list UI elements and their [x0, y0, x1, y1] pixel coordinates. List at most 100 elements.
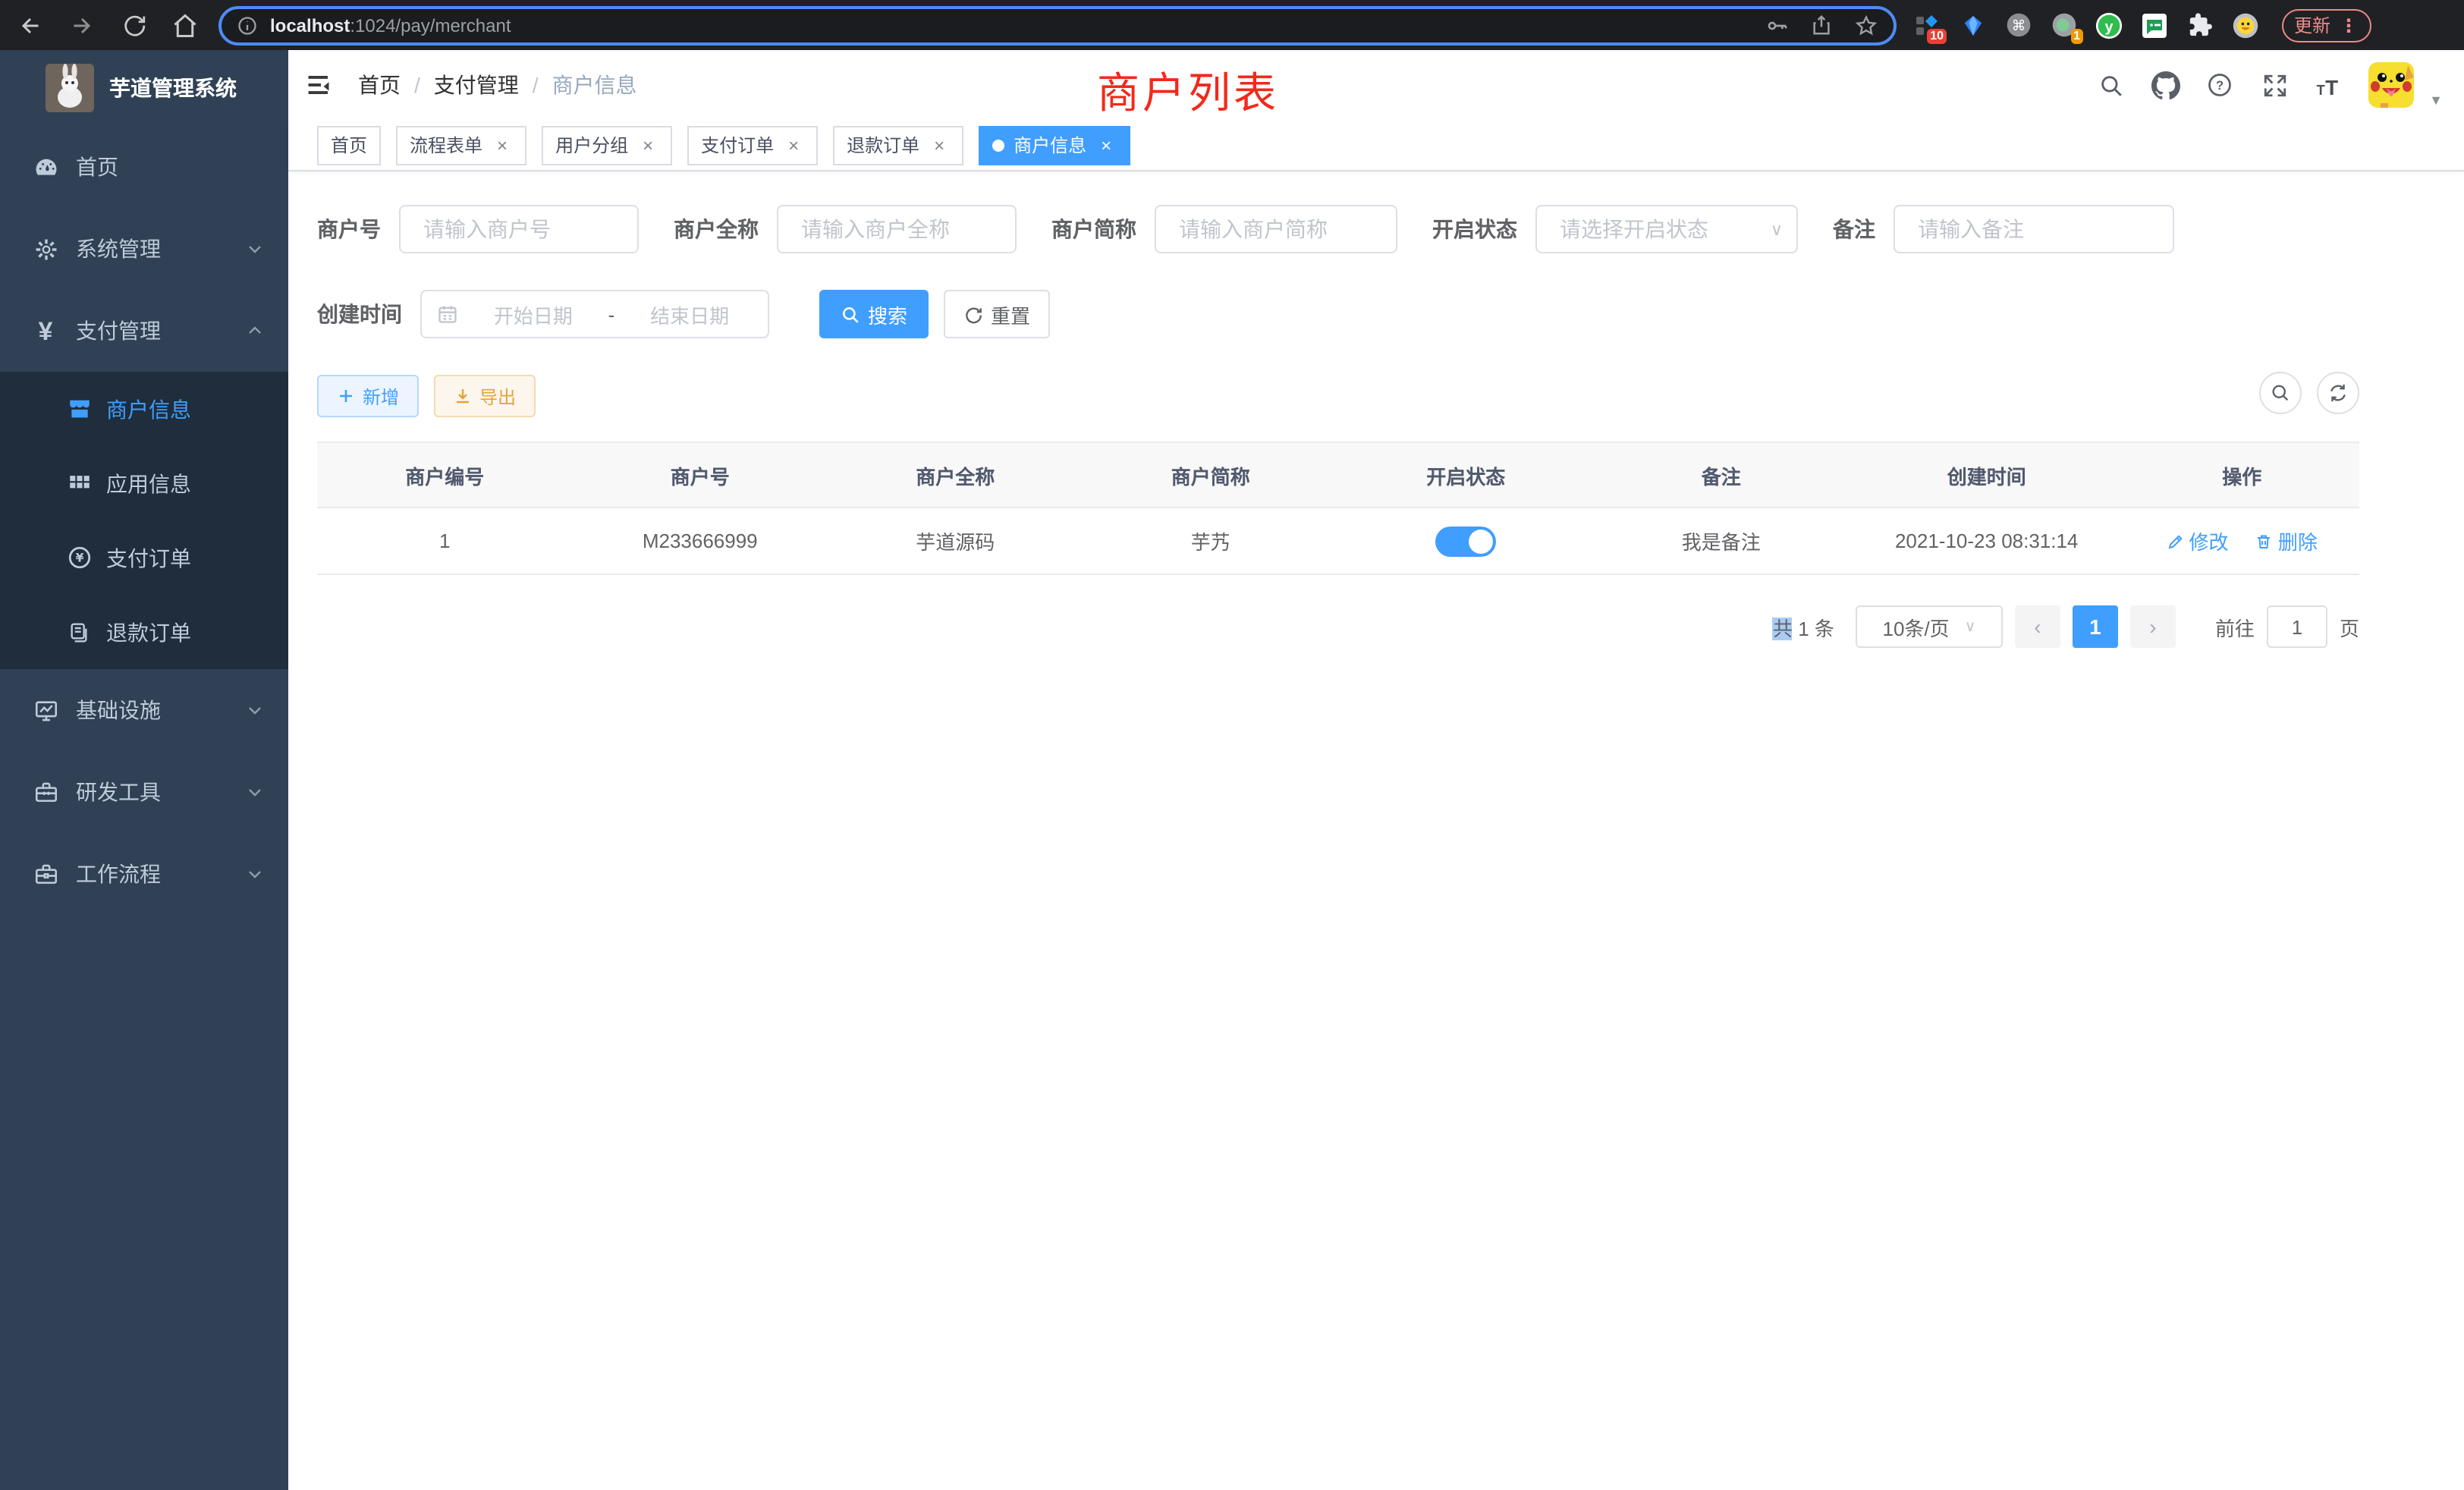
browser-update-button[interactable]: 更新 ⋮: [2282, 8, 2371, 42]
site-info-icon[interactable]: [237, 14, 258, 36]
sidebar-item-system[interactable]: 系统管理: [0, 208, 288, 290]
breadcrumb-separator: /: [414, 73, 420, 97]
refresh-icon: [963, 304, 983, 324]
browser-menu-icon[interactable]: ⋮: [2340, 14, 2359, 36]
font-size-icon: TT: [2314, 71, 2344, 99]
extensions-puzzle-button[interactable]: [2185, 10, 2215, 40]
prev-page-button[interactable]: ‹: [2015, 605, 2060, 648]
extension-chat-button[interactable]: [2139, 10, 2170, 40]
sidebar-item-app-info[interactable]: 应用信息: [0, 446, 288, 520]
yen-circle-icon: ¥: [61, 545, 97, 571]
status-select[interactable]: [1535, 205, 1798, 253]
browser-reload-button[interactable]: [118, 10, 149, 40]
help-doc-button[interactable]: ?: [2205, 70, 2235, 100]
breadcrumb-home[interactable]: 首页: [358, 70, 401, 100]
export-button[interactable]: 导出: [434, 375, 536, 417]
sidebar-item-refund-order[interactable]: 退款订单: [0, 595, 288, 669]
browser-toolbar: localhost:1024/pay/merchant 10 ⌘: [0, 0, 2464, 50]
close-icon[interactable]: ×: [783, 134, 804, 156]
col-remark: 备注: [1594, 442, 1850, 508]
browser-back-button[interactable]: [15, 10, 46, 40]
sidebar-item-infra[interactable]: 基础设施: [0, 669, 288, 751]
extension-workona-button[interactable]: 10: [1912, 10, 1942, 40]
sidebar-item-workflow[interactable]: 工作流程: [0, 833, 288, 915]
address-bar[interactable]: localhost:1024/pay/merchant: [218, 5, 1897, 45]
password-manager-button[interactable]: [1765, 13, 1789, 37]
full-name-input[interactable]: [777, 205, 1017, 253]
total-prefix: 共: [1773, 617, 1793, 640]
next-page-button[interactable]: ›: [2130, 605, 2176, 648]
tag-merchant-info[interactable]: 商户信息×: [979, 125, 1130, 165]
export-button-label: 导出: [479, 383, 516, 409]
filter-row-2: 创建时间 开始日期 - 结束日期 搜索 重置: [317, 290, 2359, 338]
page-size-select[interactable]: 10条/页 ∨: [1856, 605, 2003, 648]
avatar-caret-icon[interactable]: ▼: [2429, 93, 2443, 108]
sidebar-collapse-button[interactable]: [291, 50, 346, 120]
goto-page-input[interactable]: [2267, 605, 2327, 648]
extension-gem-button[interactable]: [1957, 10, 1988, 40]
bookmark-button[interactable]: [1854, 13, 1878, 37]
sidebar-item-payment[interactable]: ¥ 支付管理: [0, 290, 288, 372]
plus-icon: [337, 387, 355, 405]
browser-home-button[interactable]: [170, 10, 200, 40]
sidebar-item-merchant-info[interactable]: 商户信息: [0, 372, 288, 446]
toggle-search-button[interactable]: [2259, 372, 2302, 414]
filter-row-1: 商户号 商户全称 商户简称 开启状态 ∨: [317, 205, 2359, 253]
browser-forward-button[interactable]: [67, 10, 97, 40]
app-logo-image: [46, 64, 94, 112]
total-count: 共 1 条: [1773, 612, 1834, 641]
pagination: 共 1 条 10条/页 ∨ ‹ 1 › 前往 页: [317, 605, 2359, 648]
edit-link[interactable]: 修改: [2167, 527, 2229, 555]
tag-refund-order[interactable]: 退款订单×: [833, 125, 963, 165]
close-icon[interactable]: ×: [929, 134, 950, 156]
short-name-input[interactable]: [1155, 205, 1397, 253]
tag-home[interactable]: 首页: [317, 125, 381, 165]
status-toggle-on[interactable]: [1435, 526, 1496, 556]
remark-input[interactable]: [1894, 205, 2174, 253]
browser-profile-button[interactable]: [2230, 10, 2261, 40]
app-logo-row[interactable]: 芋道管理系统: [0, 50, 288, 126]
extension-y-button[interactable]: y: [2094, 10, 2124, 40]
extensions-row: 10 ⌘ 1 y 更新: [1912, 8, 2371, 42]
sidebar-item-dev-tools[interactable]: 研发工具: [0, 751, 288, 833]
create-time-range-picker[interactable]: 开始日期 - 结束日期: [420, 290, 769, 338]
tag-user-group[interactable]: 用户分组×: [542, 125, 672, 165]
delete-link[interactable]: 删除: [2255, 527, 2318, 555]
share-button[interactable]: [1810, 14, 1833, 36]
hamburger-fold-icon: [305, 71, 332, 99]
search-icon: [841, 304, 860, 324]
col-merchant-no: 商户号: [573, 442, 828, 508]
refresh-table-button[interactable]: [2317, 372, 2359, 414]
github-link-button[interactable]: [2150, 70, 2180, 100]
extension-recorder-button[interactable]: 1: [2048, 10, 2079, 40]
tag-pay-order[interactable]: 支付订单×: [687, 125, 818, 165]
cell-full-name: 芋道源码: [828, 508, 1083, 574]
extension-command-button[interactable]: ⌘: [2003, 10, 2033, 40]
merchant-no-input[interactable]: [399, 205, 639, 253]
sidebar-item-home[interactable]: 首页: [0, 126, 288, 208]
page-number-1[interactable]: 1: [2073, 605, 2118, 648]
date-separator: -: [608, 303, 615, 325]
search-button[interactable]: 搜索: [819, 290, 929, 338]
key-icon: [1765, 13, 1789, 37]
chevron-down-icon: [246, 701, 264, 719]
col-actions: 操作: [2124, 442, 2359, 508]
font-size-button[interactable]: TT: [2314, 70, 2344, 100]
sidebar-item-pay-order[interactable]: ¥ 支付订单: [0, 520, 288, 595]
close-icon[interactable]: ×: [1095, 134, 1117, 156]
user-avatar[interactable]: [2368, 62, 2414, 108]
gem-icon: [1961, 13, 1984, 37]
date-start-placeholder: 开始日期: [470, 300, 596, 328]
add-button[interactable]: 新增: [317, 375, 419, 417]
close-icon[interactable]: ×: [637, 134, 658, 156]
search-icon: [2098, 72, 2123, 98]
fullscreen-button[interactable]: [2259, 70, 2290, 100]
close-icon[interactable]: ×: [492, 134, 513, 156]
breadcrumb-payment[interactable]: 支付管理: [434, 70, 519, 100]
cell-remark: 我是备注: [1594, 508, 1850, 574]
svg-text:T: T: [2317, 83, 2325, 98]
tag-flow-form[interactable]: 流程表单×: [396, 125, 526, 165]
sidebar-item-label: 支付管理: [76, 316, 246, 346]
header-search-button[interactable]: [2095, 70, 2126, 100]
reset-button[interactable]: 重置: [944, 290, 1050, 338]
